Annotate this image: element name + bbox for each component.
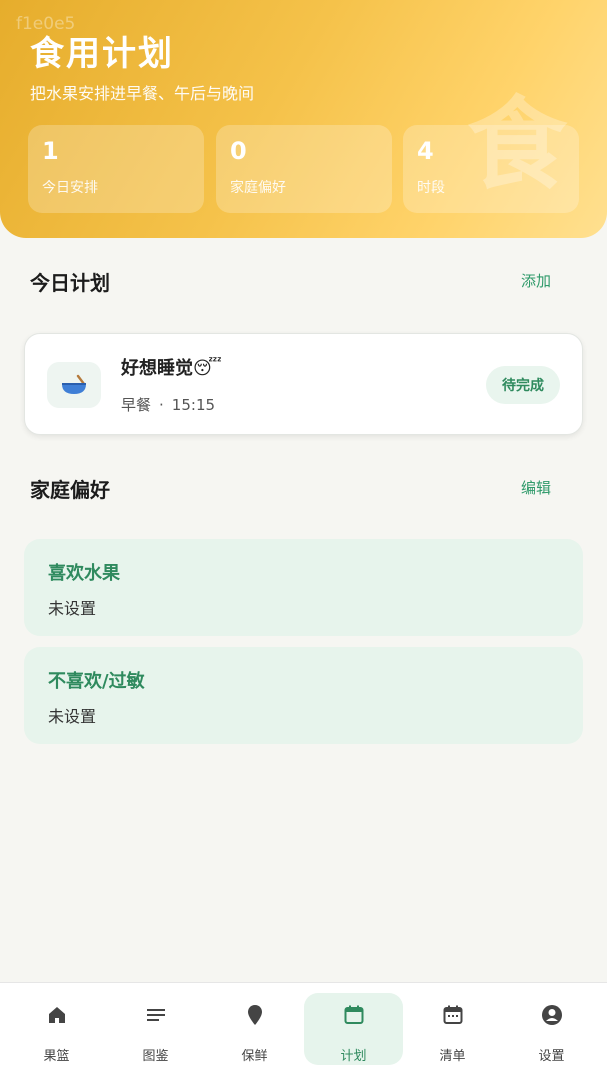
stat-today: 1 今日安排	[28, 125, 204, 213]
page: f1e0e5 食 食用计划 把水果安排进早餐、午后与晚间 1 今日安排 0 家庭…	[0, 0, 607, 1080]
header: f1e0e5 食 食用计划 把水果安排进早餐、午后与晚间 1 今日安排 0 家庭…	[0, 0, 607, 238]
plan-time: 15:15	[171, 396, 216, 414]
stat-value: 1	[42, 137, 59, 165]
pref-title: 喜欢水果	[48, 563, 120, 584]
nav-item-basket[interactable]: 果篮	[7, 993, 106, 1065]
stat-label: 家庭偏好	[230, 180, 286, 196]
today-section-header: 今日计划 添加	[30, 267, 551, 297]
home-icon	[7, 1003, 106, 1029]
list-icon	[106, 1003, 205, 1029]
nav-item-fresh[interactable]: 保鲜	[205, 993, 304, 1065]
prefs-section-header: 家庭偏好 编辑	[30, 474, 551, 504]
nav-item-guide[interactable]: 图鉴	[106, 993, 205, 1065]
nav-label: 计划	[340, 1049, 367, 1064]
page-subtitle: 把水果安排进早餐、午后与晚间	[30, 84, 255, 103]
stat-value: 4	[417, 137, 434, 165]
pref-value: 未设置	[48, 599, 97, 618]
calendar-icon	[304, 1003, 403, 1029]
nav-label: 图鉴	[142, 1049, 169, 1064]
pref-value: 未设置	[48, 707, 97, 726]
plan-meta-separator: ·	[159, 396, 164, 414]
edit-prefs-button[interactable]: 编辑	[521, 477, 551, 498]
nav-item-plan[interactable]: 计划	[304, 993, 403, 1065]
calendar-list-icon	[403, 1003, 502, 1029]
plan-meal: 早餐	[121, 396, 152, 414]
stat-periods: 4 时段	[403, 125, 579, 213]
nav-label: 果篮	[43, 1049, 70, 1064]
bottom-nav: 果篮 图鉴 保鲜 计划 清单 设置	[0, 982, 607, 1080]
account-icon	[502, 1003, 601, 1029]
today-section-title: 今日计划	[30, 271, 110, 295]
plan-name: 好想睡觉😴	[121, 358, 222, 379]
nav-label: 清单	[439, 1049, 466, 1064]
stat-value: 0	[230, 137, 247, 165]
nav-label: 设置	[538, 1049, 565, 1064]
pref-card-likes[interactable]: 喜欢水果 未设置	[24, 539, 583, 636]
stat-label: 今日安排	[42, 180, 98, 196]
page-title: 食用计划	[30, 34, 174, 74]
prefs-section-title: 家庭偏好	[30, 478, 110, 502]
plan-status-button[interactable]: 待完成	[486, 366, 560, 404]
nav-item-settings[interactable]: 设置	[502, 993, 601, 1065]
location-pin-icon	[205, 1003, 304, 1029]
stat-preferences: 0 家庭偏好	[216, 125, 392, 213]
nav-item-checklist[interactable]: 清单	[403, 993, 502, 1065]
add-plan-button[interactable]: 添加	[521, 270, 551, 291]
bowl-icon	[47, 362, 101, 408]
plan-card[interactable]: 好想睡觉😴 早餐 · 15:15 待完成	[24, 333, 583, 435]
stat-label: 时段	[417, 180, 445, 196]
pref-title: 不喜欢/过敏	[48, 671, 145, 692]
pref-card-dislikes[interactable]: 不喜欢/过敏 未设置	[24, 647, 583, 744]
stats-row: 1 今日安排 0 家庭偏好 4 时段	[28, 125, 579, 213]
nav-label: 保鲜	[241, 1049, 268, 1064]
plan-meta: 早餐 · 15:15	[121, 394, 215, 415]
